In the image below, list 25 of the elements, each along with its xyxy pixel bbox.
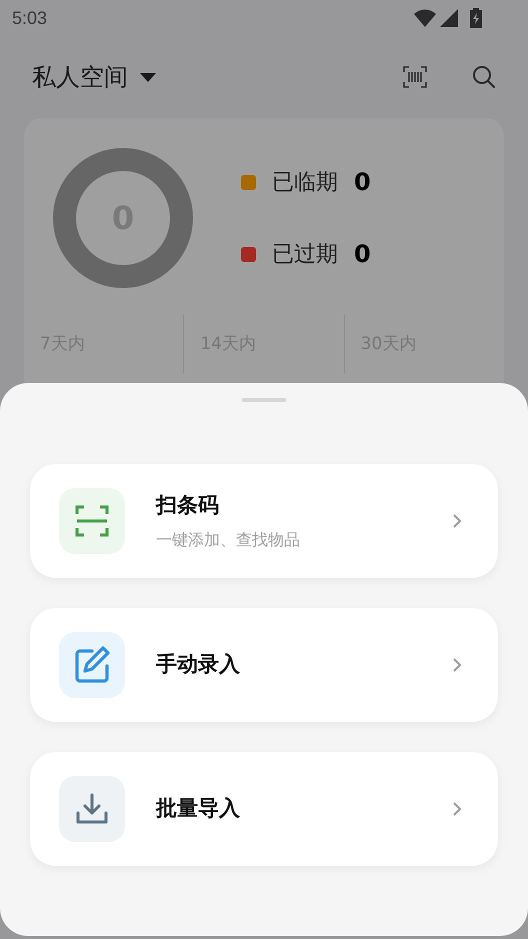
barcode-scan-icon[interactable] bbox=[403, 66, 427, 88]
signal-icon bbox=[440, 9, 458, 27]
search-icon[interactable] bbox=[472, 65, 496, 89]
option-title: 批量导入 bbox=[156, 795, 241, 822]
chevron-right-icon bbox=[452, 513, 462, 529]
download-icon bbox=[59, 776, 125, 842]
space-title[interactable]: 私人空间 bbox=[32, 59, 128, 95]
option-subtitle: 一键添加、查找物品 bbox=[156, 528, 301, 551]
wifi-icon bbox=[414, 9, 436, 27]
option-card[interactable]: 扫条码 一键添加、查找物品 bbox=[30, 464, 498, 578]
option-card[interactable]: 批量导入 bbox=[30, 752, 498, 866]
status-time: 5:03 bbox=[12, 6, 48, 30]
edit-icon bbox=[59, 632, 125, 698]
option-title: 扫条码 bbox=[156, 492, 220, 520]
scan-icon bbox=[59, 488, 125, 554]
legend-label: 已临期 bbox=[272, 168, 338, 196]
legend-count: 0 bbox=[354, 167, 371, 198]
option-title: 手动录入 bbox=[156, 651, 241, 678]
legend-count: 0 bbox=[354, 239, 371, 270]
option-card[interactable]: 手动录入 bbox=[30, 608, 498, 722]
chevron-right-icon bbox=[452, 801, 462, 817]
legend-label: 已过期 bbox=[272, 240, 338, 268]
dropdown-caret-icon[interactable] bbox=[140, 72, 156, 82]
chevron-right-icon bbox=[452, 657, 462, 673]
battery-icon bbox=[470, 8, 482, 28]
